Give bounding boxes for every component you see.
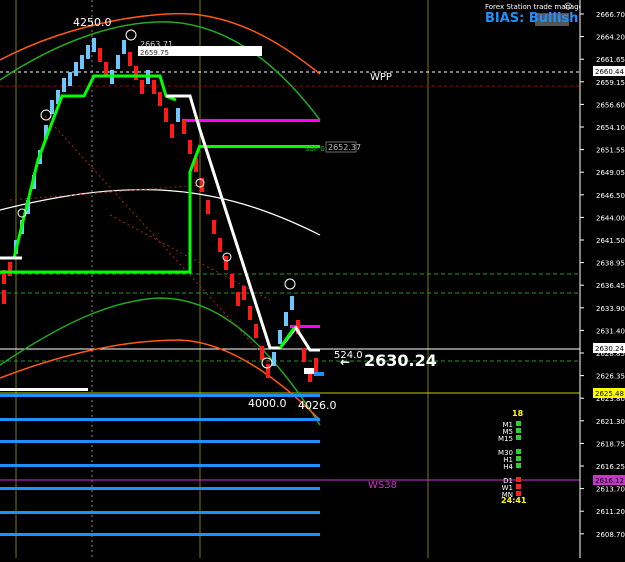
up-brick: [92, 38, 96, 52]
down-brick: [254, 324, 258, 338]
current-brick: [304, 368, 314, 374]
timeframe-status-box: [516, 428, 521, 433]
down-brick: [152, 80, 156, 94]
down-brick: [230, 274, 234, 288]
axis-tick-label: 2659.15: [596, 79, 625, 87]
down-brick: [260, 346, 264, 360]
down-brick: [242, 286, 246, 300]
up-brick: [86, 45, 90, 59]
down-brick: [224, 256, 228, 270]
low-label-2: 4026.0: [298, 399, 337, 412]
timeframe-status-box: [516, 449, 521, 454]
timeframe-label: M15: [498, 435, 513, 443]
down-brick: [236, 292, 240, 306]
timeframe-status-box: [516, 477, 521, 482]
axis-tick-label: 2651.55: [596, 147, 625, 155]
timeframe-status-box: [516, 456, 521, 461]
axis-tick-label: 2626.35: [596, 373, 625, 381]
price-badge-label: 2616.12: [595, 477, 624, 485]
up-brick: [278, 330, 282, 344]
timeframe-status-box: [516, 421, 521, 426]
down-brick: [302, 348, 306, 362]
up-brick: [80, 55, 84, 69]
down-brick: [218, 238, 222, 252]
level-small-label-2: 2659.75: [140, 49, 169, 57]
smiley-icon: ☺: [564, 2, 572, 11]
axis-tick-label: 2664.20: [596, 34, 625, 42]
down-brick: [182, 120, 186, 134]
axis-tick-label: 2618.75: [596, 440, 625, 448]
price-axis[interactable]: 2666.70 2664.20 2661.65 2659.15 2656.60 2654.…: [579, 0, 625, 558]
timeframe-status-box: [516, 484, 521, 489]
price-badge-label: 2625.48: [595, 390, 624, 398]
axis-tick-label: 2633.90: [596, 305, 625, 313]
down-brick: [206, 200, 210, 214]
down-brick: [266, 364, 270, 378]
timeframe-status-box: [516, 463, 521, 468]
price-badge-label: 2660.44: [595, 68, 624, 76]
down-brick: [170, 124, 174, 138]
axis-tick-label: 2644.00: [596, 214, 625, 222]
timeframe-count: 18: [512, 409, 524, 418]
axis-tick-label: 2608.70: [596, 531, 625, 539]
axis-tick-label: 2611.20: [596, 508, 625, 516]
up-brick: [284, 312, 288, 326]
down-brick: [164, 108, 168, 122]
axis-tick-label: 2656.60: [596, 101, 625, 109]
down-brick: [212, 220, 216, 234]
green-level: [200, 145, 320, 148]
up-brick: [68, 72, 72, 86]
up-brick: [62, 78, 66, 92]
bias-label[interactable]: BIAS: Bullish: [485, 11, 578, 26]
up-brick: [116, 55, 120, 69]
axis-tick-label: 2646.50: [596, 192, 625, 200]
current-price-arrow: ←: [340, 355, 350, 369]
axis-tick-label: 2638.95: [596, 260, 625, 268]
axis-tick-label: 2616.25: [596, 463, 625, 471]
axis-tick-label: 2641.50: [596, 237, 625, 245]
down-brick: [314, 358, 318, 372]
price-badge-label: 2630.24: [595, 345, 624, 353]
down-brick: [158, 92, 162, 106]
timeframe-status-box: [516, 435, 521, 440]
timeframe-timer: 24:41: [501, 496, 527, 505]
down-brick: [8, 262, 12, 276]
current-price-label: 2630.24: [364, 351, 437, 370]
wpp-label: WPP: [370, 72, 392, 83]
up-brick: [272, 352, 276, 366]
up-brick: [176, 108, 180, 122]
axis-tick-label: 2613.70: [596, 486, 625, 494]
down-brick: [128, 52, 132, 66]
down-brick: [2, 290, 6, 304]
down-brick: [248, 306, 252, 320]
down-brick: [140, 80, 144, 94]
current-brick-marker: [314, 372, 324, 376]
axis-tick-label: 2621.30: [596, 418, 625, 426]
ws38-label: WS38: [368, 480, 397, 491]
low-label-1: 4000.0: [248, 397, 287, 410]
level-box-label: 2652.37: [328, 143, 361, 152]
down-brick: [98, 48, 102, 62]
level-small-label: 2663.71: [140, 40, 173, 49]
axis-tick-label: 2666.70: [596, 11, 625, 19]
up-brick: [290, 296, 294, 310]
axis-tick-label: 2649.05: [596, 169, 625, 177]
high-label: 4250.0: [73, 16, 112, 29]
axis-tick-label: 2661.65: [596, 56, 625, 64]
up-brick: [74, 62, 78, 76]
axis-tick-label: 2654.10: [596, 124, 625, 132]
down-brick: [134, 66, 138, 80]
price-chart[interactable]: 4250.0 2663.71 2659.75 WPP S3P 0.5 2652.…: [0, 0, 625, 558]
chart-window[interactable]: 4250.0 2663.71 2659.75 WPP S3P 0.5 2652.…: [0, 0, 625, 558]
down-brick: [104, 62, 108, 76]
timeframe-label: H4: [503, 463, 513, 471]
magenta-level: [182, 119, 320, 122]
up-brick: [122, 40, 126, 54]
axis-tick-label: 2636.45: [596, 282, 625, 290]
axis-tick-label: 2631.40: [596, 327, 625, 335]
down-brick: [188, 140, 192, 154]
up-brick: [50, 100, 54, 114]
